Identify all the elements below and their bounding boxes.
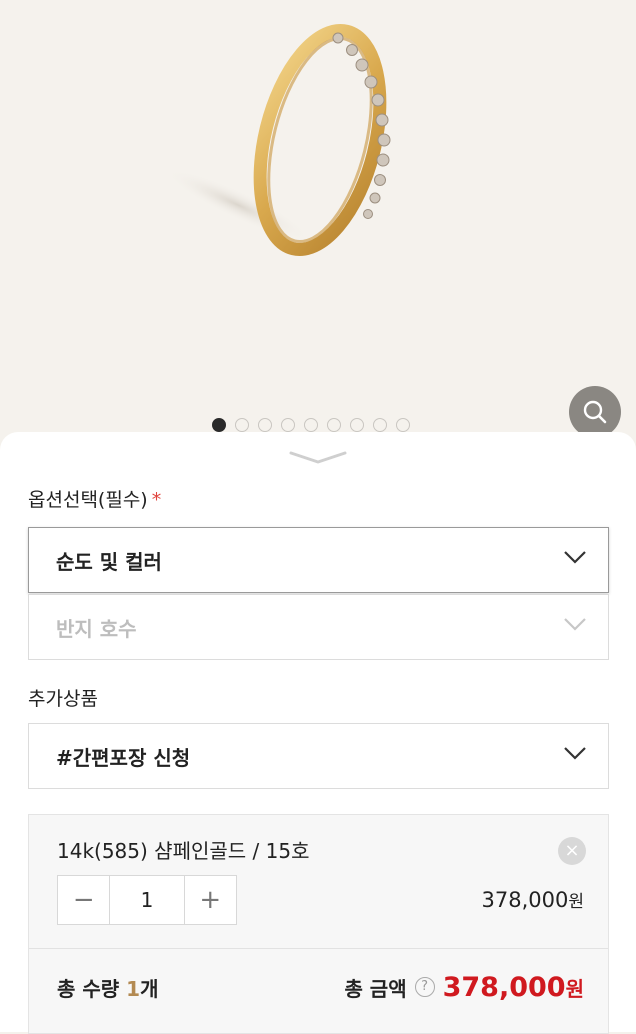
increase-quantity-button[interactable]: + — [185, 876, 236, 924]
product-image-gallery[interactable] — [0, 0, 636, 440]
chevron-down-icon — [564, 551, 586, 564]
total-quantity-value: 1 — [126, 976, 141, 1001]
selected-item-title: 14k(585) 샴페인골드 / 15호 — [57, 839, 310, 863]
ring-size-select-label: 반지 호수 — [56, 616, 137, 641]
quantity-stepper: − 1 + — [57, 875, 237, 925]
option-sheet: 옵션선택(필수) * 순도 및 컬러 반지 호수 추가상품 #간편포장 신청 14… — [0, 432, 636, 1034]
total-amount-value: 378,000원 — [443, 972, 584, 1003]
decrease-quantity-button[interactable]: − — [58, 876, 109, 924]
quantity-field[interactable]: 1 — [109, 876, 185, 924]
gift-wrap-select-label: #간편포장 신청 — [56, 745, 191, 770]
total-amount-number: 378,000 — [442, 971, 566, 1003]
help-icon[interactable]: ? — [414, 977, 435, 997]
ring-size-select[interactable]: 반지 호수 — [28, 594, 609, 660]
order-summary: 총 수량 1개 총 금액 ? 378,000원 — [57, 967, 584, 1007]
slide-dot[interactable] — [235, 418, 249, 432]
slide-dot[interactable] — [396, 418, 410, 432]
divider — [29, 948, 608, 949]
addon-products-label: 추가상품 — [28, 688, 98, 710]
required-mark: * — [151, 489, 162, 511]
total-quantity-label: 총 수량 — [57, 976, 120, 1001]
slide-dot[interactable] — [350, 418, 364, 432]
chevron-down-icon — [289, 451, 347, 464]
zoom-button[interactable] — [569, 386, 621, 438]
required-options-label: 옵션선택(필수) * — [28, 485, 161, 512]
item-price-value: 378,000 — [481, 888, 569, 912]
item-price: 378,000원 — [482, 887, 584, 912]
gift-wrap-select[interactable]: #간편포장 신청 — [28, 723, 609, 789]
total-quantity: 총 수량 1개 — [57, 973, 158, 1002]
slide-dot[interactable] — [212, 418, 226, 432]
slide-dot[interactable] — [304, 418, 318, 432]
sheet-collapse-handle[interactable] — [288, 448, 348, 468]
chevron-down-icon — [564, 747, 586, 760]
slide-dot[interactable] — [281, 418, 295, 432]
slide-indicator — [212, 418, 410, 432]
purity-color-select-label: 순도 및 컬러 — [56, 549, 162, 574]
magnifier-icon — [583, 400, 607, 424]
product-image — [165, 24, 391, 256]
item-price-unit: 원 — [568, 892, 584, 912]
total-amount-unit: 원 — [565, 976, 584, 1001]
slide-dot[interactable] — [327, 418, 341, 432]
total-quantity-unit: 개 — [140, 976, 159, 1001]
chevron-down-icon — [564, 618, 586, 631]
remove-item-button[interactable]: × — [558, 837, 586, 865]
selected-item-card: 14k(585) 샴페인골드 / 15호 × − 1 + 378,000원 총 … — [28, 814, 609, 1034]
purity-color-select[interactable]: 순도 및 컬러 — [28, 527, 609, 593]
required-options-text: 옵션선택(필수) — [28, 489, 148, 511]
total-amount-label: 총 금액 — [344, 976, 407, 1001]
total-amount: 총 금액 ? 378,000원 — [344, 972, 584, 1003]
slide-dot[interactable] — [258, 418, 272, 432]
slide-dot[interactable] — [373, 418, 387, 432]
